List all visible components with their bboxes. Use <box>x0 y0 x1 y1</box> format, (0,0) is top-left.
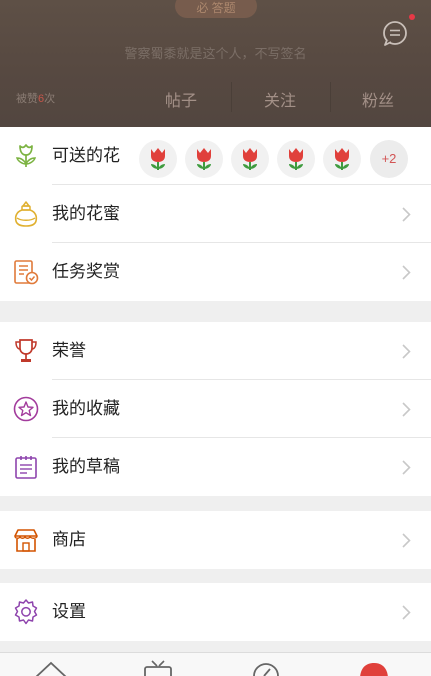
compass-icon[interactable] <box>249 659 283 676</box>
menu-item-honor[interactable]: 荣誉 <box>0 322 431 380</box>
chevron-right-icon <box>402 344 411 359</box>
bottom-tab-bar <box>0 652 431 676</box>
tulip-icon[interactable] <box>231 140 269 178</box>
likes-count: 被赞6次 <box>16 93 56 105</box>
trophy-icon <box>15 339 37 362</box>
divider <box>231 82 232 112</box>
stat-following[interactable]: 关注 <box>264 87 296 111</box>
row-label: 任务奖赏 <box>52 262 120 281</box>
profile-header: 必 答题 警察蜀黍就是这个人，不写签名 被赞6次 帖子 关注 粉丝 <box>0 0 431 127</box>
row-label: 商店 <box>52 530 86 549</box>
unread-dot <box>409 14 415 20</box>
honey-jar-icon <box>14 201 38 227</box>
header-badge[interactable]: 必 答题 <box>175 0 257 18</box>
draft-icon <box>15 456 37 479</box>
row-label: 荣誉 <box>52 341 86 360</box>
tv-icon[interactable] <box>141 659 175 676</box>
tulip-icon[interactable] <box>277 140 315 178</box>
more-flowers-badge[interactable]: +2 <box>370 140 408 178</box>
star-circle-icon <box>13 396 39 422</box>
row-label: 我的草稿 <box>52 457 120 476</box>
home-icon[interactable] <box>34 659 68 676</box>
shop-icon <box>14 529 38 552</box>
chat-bubble-icon <box>383 21 407 46</box>
menu-group-2: 荣誉 我的收藏 我的草稿 <box>0 322 431 496</box>
tulip-icon[interactable] <box>139 140 177 178</box>
chevron-right-icon <box>402 265 411 280</box>
chevron-right-icon <box>402 605 411 620</box>
gear-icon <box>14 599 38 625</box>
menu-item-drafts[interactable]: 我的草稿 <box>0 438 431 496</box>
chevron-right-icon <box>402 207 411 222</box>
chevron-right-icon <box>402 402 411 417</box>
menu-item-task-reward[interactable]: 任务奖赏 <box>0 243 431 301</box>
row-label: 我的收藏 <box>52 399 120 418</box>
chevron-right-icon <box>402 533 411 548</box>
profile-signature[interactable]: 警察蜀黍就是这个人，不写签名 <box>0 43 431 62</box>
chevron-right-icon <box>402 460 411 475</box>
row-label: 设置 <box>52 602 86 621</box>
sendable-flowers-row[interactable]: 可送的花 +2 <box>0 127 431 185</box>
stat-posts[interactable]: 帖子 <box>165 87 197 111</box>
row-label: 我的花蜜 <box>52 204 120 223</box>
row-label: 可送的花 <box>52 146 120 165</box>
message-button[interactable] <box>380 18 410 48</box>
menu-item-honey[interactable]: 我的花蜜 <box>0 185 431 243</box>
divider <box>330 82 331 112</box>
menu-group-3: 商店 <box>0 511 431 569</box>
menu-item-settings[interactable]: 设置 <box>0 583 431 641</box>
tulip-icon[interactable] <box>323 140 361 178</box>
tulip-icon[interactable] <box>185 140 223 178</box>
task-reward-icon <box>14 260 39 285</box>
flower-outline-icon <box>15 144 37 167</box>
menu-group-4: 设置 <box>0 583 431 641</box>
stat-fans[interactable]: 粉丝 <box>362 87 394 111</box>
profile-flower-icon[interactable] <box>357 659 391 676</box>
menu-item-favorites[interactable]: 我的收藏 <box>0 380 431 438</box>
menu-item-shop[interactable]: 商店 <box>0 511 431 569</box>
menu-group-1: 可送的花 +2 我的花蜜 任务奖赏 <box>0 127 431 301</box>
